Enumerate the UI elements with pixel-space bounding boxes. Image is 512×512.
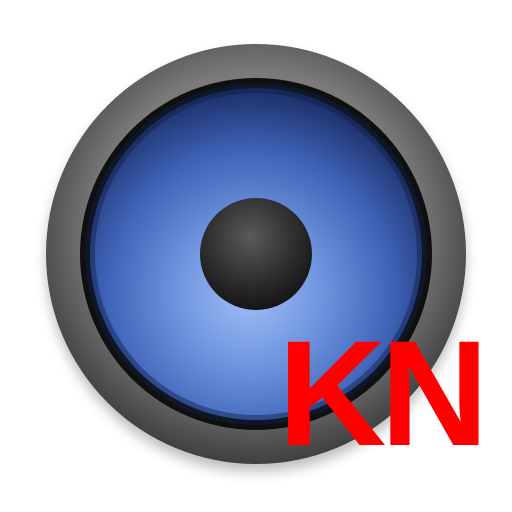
badge-label: KN — [278, 309, 489, 477]
speaker-dust-cap — [200, 198, 312, 310]
app-icon: KN — [0, 0, 512, 512]
